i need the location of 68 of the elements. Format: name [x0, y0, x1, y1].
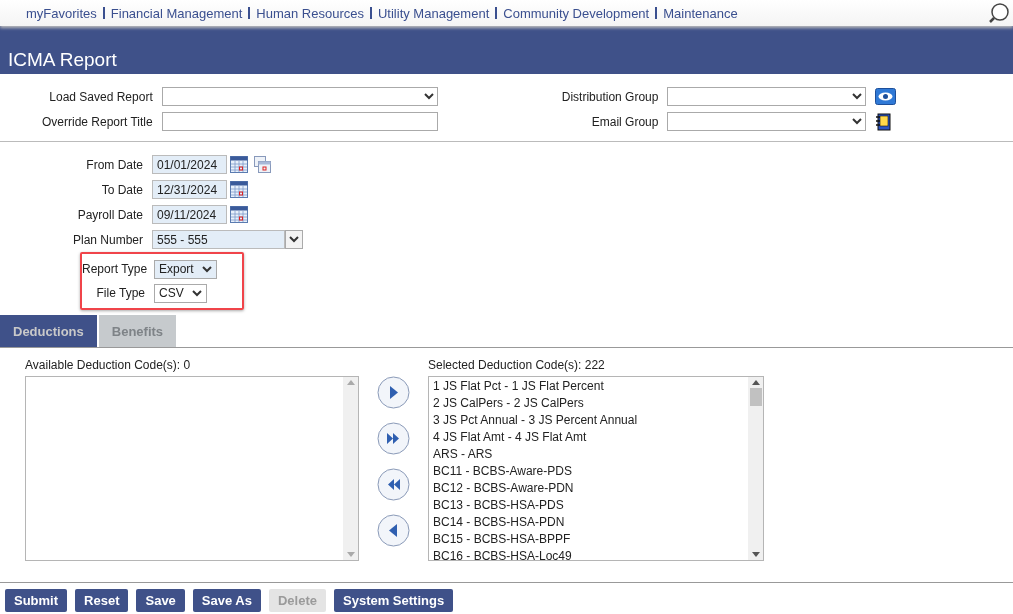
field-label: To Date [100, 182, 144, 197]
list-item[interactable]: 3 JS Pct Annual - 3 JS Percent Annual [433, 412, 744, 429]
dropdown-field[interactable]: Export [154, 259, 217, 279]
list-label: Available Deduction Code(s): 0 [25, 358, 192, 372]
date-field[interactable]: 01/01/2024 [152, 155, 227, 174]
dropdown-field[interactable]: CSV [154, 283, 207, 303]
list-item[interactable]: BC12 - BCBS-Aware-PDN [433, 480, 744, 497]
input-field[interactable] [161, 112, 438, 131]
nav-link[interactable]: myFavorites [26, 5, 97, 21]
calendar-icon[interactable] [230, 156, 248, 173]
field-label: Plan Number [71, 232, 144, 247]
eye-icon[interactable] [875, 88, 897, 105]
action-button[interactable]: Reset [75, 589, 129, 612]
move-all-left-icon[interactable] [377, 468, 410, 501]
dropdown-field[interactable] [161, 87, 438, 106]
date-field[interactable]: 09/11/2024 [152, 205, 227, 224]
list-item[interactable]: BC14 - BCBS-HSA-PDN [433, 514, 744, 531]
dropdown-button[interactable] [285, 230, 303, 249]
nav-link[interactable]: Community Development [503, 5, 650, 21]
nav-link[interactable]: Financial Management [110, 5, 243, 21]
page-title: ICMA Report [8, 49, 117, 71]
calendar-icon[interactable] [230, 181, 248, 198]
move-right-icon[interactable] [377, 376, 410, 409]
caret-icon[interactable] [852, 118, 863, 125]
scrollbar[interactable] [748, 377, 763, 560]
action-button[interactable]: Save As [192, 589, 261, 612]
scroll-up-icon[interactable] [751, 380, 760, 385]
caret-icon[interactable] [423, 93, 434, 100]
dropdown-field[interactable] [667, 87, 867, 106]
field-label: Distribution Group [561, 89, 659, 104]
field-label: File Type [95, 286, 146, 300]
combo-field[interactable]: 555 - 555 [152, 230, 285, 249]
action-button[interactable]: Save [136, 589, 185, 612]
search-icon[interactable] [988, 2, 1010, 24]
field-label: Payroll Date [76, 207, 144, 222]
list-item[interactable]: ARS - ARS [433, 446, 744, 463]
field-label: From Date [85, 157, 144, 172]
dropdown-field[interactable] [667, 112, 867, 131]
action-button[interactable]: Submit [5, 589, 68, 612]
date-field[interactable]: 12/31/2024 [152, 180, 227, 199]
action-button[interactable]: System Settings [334, 589, 454, 612]
list-item[interactable]: BC16 - BCBS-HSA-Loc49 [433, 548, 744, 560]
list-item[interactable]: 2 JS CalPers - 2 JS CalPers [433, 395, 744, 412]
list-item[interactable]: 4 JS Flat Amt - 4 JS Flat Amt [433, 429, 744, 446]
caret-icon[interactable] [852, 93, 863, 100]
list-item[interactable]: BC13 - BCBS-HSA-PDS [433, 497, 744, 514]
field-label: Email Group [591, 114, 659, 129]
field-label: Load Saved Report [49, 89, 153, 104]
caret-icon[interactable] [201, 265, 212, 273]
list-item[interactable]: 1 JS Flat Pct - 1 JS Flat Percent [433, 378, 744, 395]
caret-icon[interactable] [289, 236, 299, 243]
list-label: Selected Deduction Code(s): 222 [428, 358, 606, 372]
nav-link[interactable]: Maintenance [663, 5, 738, 21]
move-left-icon[interactable] [377, 514, 410, 547]
calendar-icon[interactable] [230, 206, 248, 223]
field-label: Override Report Title [42, 114, 153, 129]
caret-icon[interactable] [191, 289, 202, 297]
tab[interactable]: Deductions [0, 315, 97, 347]
list-item[interactable]: BC15 - BCBS-HSA-BPPF [433, 531, 744, 548]
nav-link[interactable]: Utility Management [378, 5, 490, 21]
scroll-down-icon[interactable] [751, 552, 760, 557]
list-item[interactable]: BC11 - BCBS-Aware-PDS [433, 463, 744, 480]
book-icon[interactable] [875, 112, 892, 131]
calendar-copy-icon[interactable] [254, 156, 271, 173]
nav-link[interactable]: Human Resources [256, 5, 364, 21]
scroll-thumb[interactable] [749, 388, 762, 406]
field-label: Report Type [82, 262, 149, 276]
move-all-right-icon[interactable] [377, 422, 410, 455]
